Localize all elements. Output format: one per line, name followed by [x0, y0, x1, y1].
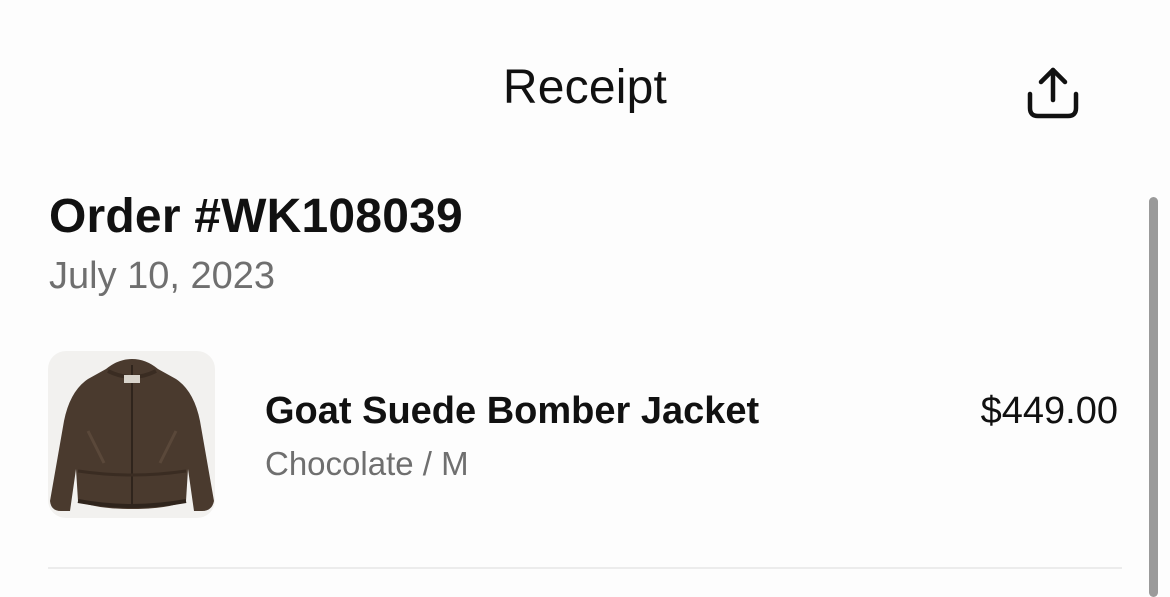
- share-button[interactable]: [1020, 62, 1086, 128]
- item-variant: Chocolate / M: [265, 445, 469, 482]
- jacket-thumbnail[interactable]: [48, 351, 215, 518]
- order-date: July 10, 2023: [49, 255, 276, 297]
- page-title: Receipt: [502, 61, 668, 114]
- scrollbar[interactable]: [1149, 197, 1158, 597]
- receipt-screen: Receipt Order #WK108039 July 10, 2023 Go…: [0, 0, 1170, 597]
- divider: [48, 567, 1122, 569]
- order-number: Order #WK108039: [49, 190, 463, 243]
- item-name: Goat Suede Bomber Jacket: [265, 390, 760, 432]
- share-upload-icon: [1024, 64, 1082, 127]
- item-price: $449.00: [980, 390, 1118, 432]
